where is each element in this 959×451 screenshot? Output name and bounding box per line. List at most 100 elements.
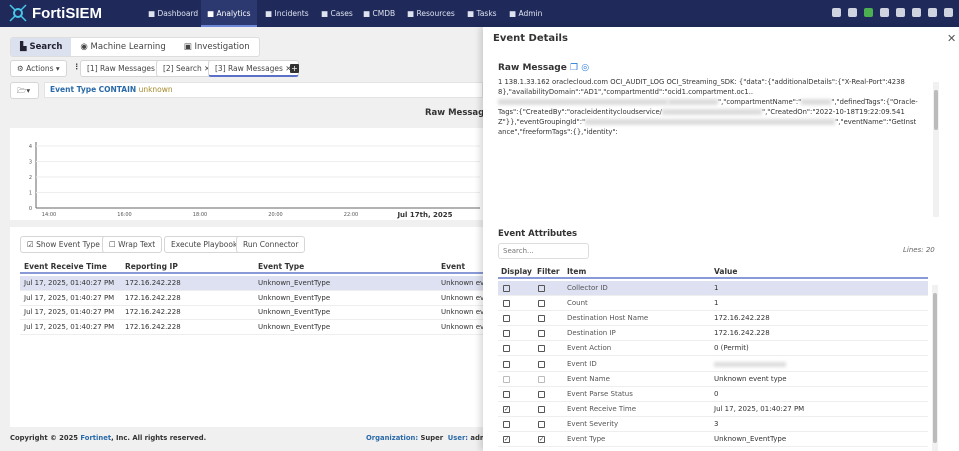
raw-text: ","compartmentName":" bbox=[718, 98, 802, 106]
y-tick-label: 4 bbox=[29, 144, 32, 150]
nav-analytics[interactable]: ■ Analytics bbox=[201, 0, 257, 27]
checkbox-checked-icon: ☑ bbox=[27, 240, 37, 249]
close-icon[interactable]: ✕ bbox=[947, 32, 956, 45]
copy-icon[interactable]: ❐ bbox=[570, 63, 578, 73]
attribute-row[interactable]: Event Action 0 (Permit) bbox=[498, 341, 928, 357]
table-cell: Unknown_EventType bbox=[258, 279, 331, 287]
copyright: Copyright © 2025 Fortinet, Inc. All righ… bbox=[10, 434, 206, 442]
display-checkbox[interactable] bbox=[503, 360, 510, 368]
raw-message-scrollbar[interactable] bbox=[933, 82, 939, 217]
filter-checkbox[interactable] bbox=[538, 300, 545, 308]
eye-icon[interactable]: ◎ bbox=[581, 63, 589, 73]
display-checkbox[interactable] bbox=[503, 375, 510, 383]
filter-checkbox[interactable] bbox=[538, 390, 545, 398]
filter-checkbox[interactable] bbox=[538, 420, 545, 428]
attribute-item: Event Type bbox=[567, 435, 606, 443]
display-checkbox[interactable] bbox=[503, 300, 510, 308]
fortinet-link[interactable]: Fortinet bbox=[80, 434, 111, 442]
attribute-row[interactable]: Event ID bbox=[498, 357, 928, 372]
actions-dropdown[interactable]: ⚙ Actions ▾ bbox=[10, 60, 67, 77]
attribute-item: Event Parse Status bbox=[567, 389, 633, 398]
logout-icon[interactable] bbox=[944, 8, 953, 17]
help-icon[interactable] bbox=[880, 8, 889, 17]
nav-dashboard[interactable]: ■ Dashboard bbox=[142, 0, 204, 27]
filter-checkbox[interactable] bbox=[538, 315, 545, 323]
palette-icon[interactable] bbox=[832, 8, 841, 17]
logo[interactable]: FortiSIEM bbox=[8, 3, 102, 23]
table-cell: Unknown eve bbox=[441, 323, 489, 332]
raw-message-title: Raw Message bbox=[498, 63, 567, 73]
column-header[interactable]: Item bbox=[567, 264, 586, 279]
nav-incidents[interactable]: ■ Incidents bbox=[259, 0, 315, 27]
attribute-row[interactable]: Event Severity 3 bbox=[498, 417, 928, 432]
warning-icon[interactable] bbox=[896, 8, 905, 17]
table-row[interactable]: Jul 17, 2025, 01:40:27 PM 172.16.242.228 U… bbox=[20, 320, 488, 336]
column-header[interactable]: Event Type bbox=[258, 259, 304, 274]
attribute-item: Event ID bbox=[567, 359, 597, 368]
display-checkbox[interactable] bbox=[503, 315, 510, 323]
query-bar[interactable]: Event Type CONTAIN unknown bbox=[44, 82, 483, 98]
display-checkbox[interactable] bbox=[503, 330, 510, 338]
id-card-icon[interactable] bbox=[912, 8, 921, 17]
filter-checkbox[interactable]: ✓ bbox=[538, 436, 545, 443]
checkbox-icon: ☐ bbox=[109, 240, 119, 249]
query-tab-3[interactable]: [3] Raw Messages ✕ bbox=[208, 60, 299, 77]
display-checkbox[interactable]: ✓ bbox=[503, 405, 510, 413]
query-operator: CONTAIN bbox=[98, 85, 137, 94]
attributes-scrollbar[interactable] bbox=[932, 285, 938, 451]
display-checkbox[interactable] bbox=[503, 285, 510, 292]
display-checkbox[interactable] bbox=[503, 420, 510, 428]
attribute-row[interactable]: ✓ ✓ Event Type Unknown_EventType bbox=[498, 432, 928, 447]
table-row[interactable]: Jul 17, 2025, 01:40:27 PM 172.16.242.228 U… bbox=[20, 276, 488, 291]
column-header[interactable]: Filter bbox=[537, 264, 560, 279]
table-row[interactable]: Jul 17, 2025, 01:40:27 PM 172.16.242.228 U… bbox=[20, 291, 488, 306]
nav-tasks[interactable]: ■ Tasks bbox=[461, 0, 503, 27]
attribute-row[interactable]: Count 1 bbox=[498, 296, 928, 312]
attribute-search-input[interactable] bbox=[498, 243, 589, 259]
attribute-row[interactable]: Event Parse Status 0 bbox=[498, 387, 928, 402]
table-row[interactable]: Jul 17, 2025, 01:40:27 PM 172.16.242.228 U… bbox=[20, 305, 488, 321]
attribute-row[interactable]: ✓ Event Receive Time Jul 17, 2025, 01:40:2… bbox=[498, 402, 928, 417]
nav-cmdb[interactable]: ■ CMDB bbox=[357, 0, 401, 27]
redacted bbox=[498, 99, 668, 105]
cloud-icon[interactable] bbox=[864, 8, 873, 17]
wrap-text-toggle[interactable]: ☐ Wrap Text bbox=[102, 236, 163, 253]
column-header[interactable]: Event Receive Time bbox=[24, 259, 107, 274]
display-checkbox[interactable] bbox=[503, 345, 510, 353]
eye-icon[interactable] bbox=[848, 8, 857, 17]
folder-dropdown[interactable]: 🗁▾ bbox=[10, 82, 39, 99]
redacted bbox=[661, 109, 762, 115]
tab-search[interactable]: ▙ Search bbox=[11, 38, 72, 56]
query-field: Event Type bbox=[50, 85, 97, 94]
x-tick-label: 18:00 bbox=[193, 212, 207, 218]
attribute-value: 3 bbox=[714, 419, 719, 428]
column-header[interactable]: Value bbox=[714, 264, 737, 279]
column-header[interactable]: Reporting IP bbox=[125, 259, 178, 274]
attribute-row[interactable]: Destination IP 172.16.242.228 bbox=[498, 326, 928, 342]
panel-title: Event Details bbox=[493, 33, 568, 44]
nav-resources[interactable]: ■ Resources bbox=[401, 0, 461, 27]
display-checkbox[interactable] bbox=[503, 390, 510, 398]
attribute-row[interactable]: Collector ID 1 bbox=[498, 281, 928, 296]
run-connector-button[interactable]: Run Connector bbox=[236, 236, 306, 253]
execute-playbook-button[interactable]: Execute Playbook bbox=[164, 236, 245, 253]
tab-label: [2] Search bbox=[163, 64, 202, 73]
attribute-row[interactable]: Destination Host Name 172.16.242.228 bbox=[498, 311, 928, 327]
nav-admin[interactable]: ■ Admin bbox=[503, 0, 548, 27]
add-tab-icon[interactable]: + bbox=[290, 64, 299, 73]
filter-checkbox[interactable] bbox=[538, 375, 545, 383]
attribute-row[interactable]: Event Name Unknown event type bbox=[498, 372, 928, 387]
filter-checkbox[interactable] bbox=[538, 405, 545, 413]
tab-investigation[interactable]: ▣ Investigation bbox=[175, 38, 259, 56]
show-event-type-toggle[interactable]: ☑ Show Event Type bbox=[20, 236, 107, 253]
filter-checkbox[interactable] bbox=[538, 345, 545, 353]
display-checkbox[interactable]: ✓ bbox=[503, 436, 510, 443]
filter-checkbox[interactable] bbox=[538, 330, 545, 338]
user-icon[interactable] bbox=[928, 8, 937, 17]
filter-checkbox[interactable] bbox=[538, 285, 545, 292]
attribute-value: 1 bbox=[714, 299, 719, 308]
tab-machine-learning[interactable]: ◉ Machine Learning bbox=[71, 38, 174, 56]
filter-checkbox[interactable] bbox=[538, 360, 545, 368]
nav-cases[interactable]: ■ Cases bbox=[315, 0, 359, 27]
column-header[interactable]: Display bbox=[501, 264, 532, 279]
